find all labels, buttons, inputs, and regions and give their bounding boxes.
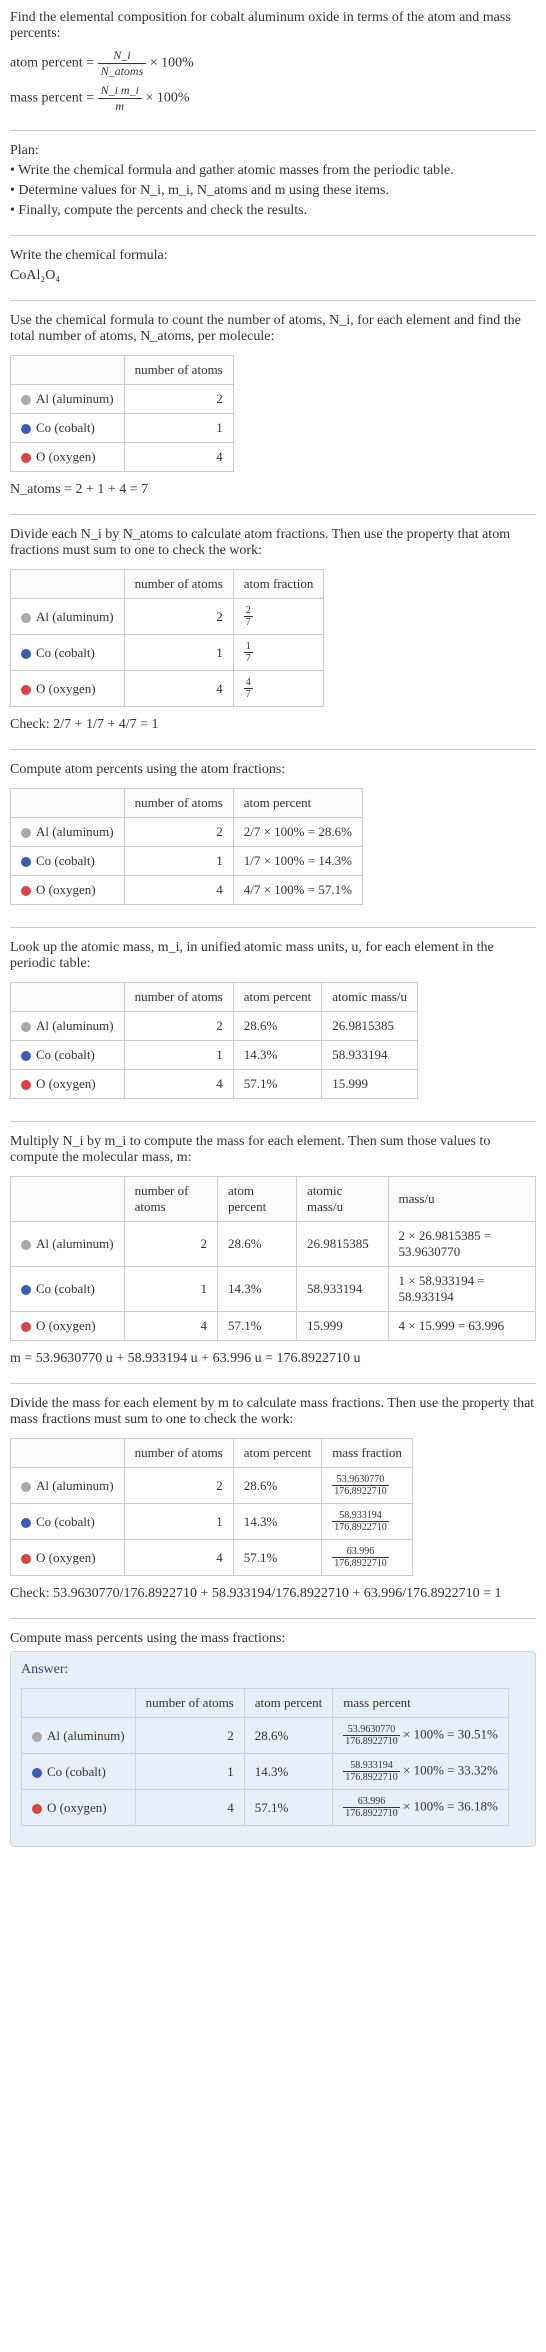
table-row: Co (cobalt) 1 14.3% 58.933194176.8922710 — [11, 1504, 413, 1540]
mass-fraction-check: Check: 53.9630770/176.8922710 + 58.93319… — [10, 1586, 536, 1602]
atomic-mass-text: Look up the atomic mass, m_i, in unified… — [10, 940, 536, 972]
atom-percent-formula: atom percent = N_i N_atoms × 100% — [10, 48, 536, 79]
write-formula-text: Write the chemical formula: — [10, 248, 536, 264]
table-header-row: number of atoms atom percent mass percen… — [22, 1689, 509, 1718]
color-swatch-icon — [21, 1080, 31, 1090]
plan-label: Plan: — [10, 143, 536, 159]
table-header-row: number of atoms atom percent mass fracti… — [11, 1439, 413, 1468]
color-swatch-icon — [21, 395, 31, 405]
section-chemical-formula: Write the chemical formula: CoAl₂O₄ — [10, 248, 536, 301]
color-swatch-icon — [21, 649, 31, 659]
color-swatch-icon — [21, 886, 31, 896]
answer-label: Answer: — [21, 1662, 525, 1678]
n-atoms-total: N_atoms = 2 + 1 + 4 = 7 — [10, 482, 536, 498]
intro-text: Find the elemental composition for cobal… — [10, 10, 536, 42]
table-row: Co (cobalt) 1 17 — [11, 635, 324, 671]
fraction: N_i N_atoms — [98, 48, 147, 79]
table-row: O (oxygen) 4 47 — [11, 671, 324, 707]
col-number-of-atoms: number of atoms — [124, 356, 233, 385]
color-swatch-icon — [21, 1240, 31, 1250]
section-mass-fractions: Divide the mass for each element by m to… — [10, 1396, 536, 1619]
color-swatch-icon — [21, 613, 31, 623]
section-atom-fractions: Divide each N_i by N_atoms to calculate … — [10, 527, 536, 750]
chemical-formula: CoAl₂O₄ — [10, 268, 536, 284]
fraction: N_i m_i m — [98, 83, 142, 114]
table-header-row: number of atoms — [11, 356, 234, 385]
m-total: m = 53.9630770 u + 58.933194 u + 63.996 … — [10, 1351, 536, 1367]
mass-percent-table: number of atoms atom percent mass percen… — [21, 1688, 509, 1826]
table-row: Al (aluminum) 2 28.6% 53.9630770176.8922… — [22, 1718, 509, 1754]
color-swatch-icon — [21, 1051, 31, 1061]
atom-percent-table: number of atoms atom percent Al (aluminu… — [10, 788, 363, 905]
color-swatch-icon — [32, 1804, 42, 1814]
table-header-row: number of atoms atom percent — [11, 789, 363, 818]
table-header-row: number of atoms atom percent atomic mass… — [11, 983, 418, 1012]
table-row: Al (aluminum) 2 28.6% 26.9815385 — [11, 1012, 418, 1041]
mass-u-table: number of atoms atom percent atomic mass… — [10, 1176, 536, 1341]
table-header-row: number of atoms atom percent atomic mass… — [11, 1177, 536, 1222]
plan-item: • Finally, compute the percents and chec… — [10, 203, 536, 219]
section-mass-percents: Compute mass percents using the mass fra… — [10, 1631, 536, 1847]
table-row: Al (aluminum) 2 27 — [11, 599, 324, 635]
table-row: O (oxygen) 4 57.1% 63.996176.8922710 — [11, 1540, 413, 1576]
table-row: Al (aluminum) 2 — [11, 385, 234, 414]
table-row: Al (aluminum) 2 28.6% 53.9630770176.8922… — [11, 1468, 413, 1504]
color-swatch-icon — [21, 453, 31, 463]
table-row: O (oxygen) 4 57.1% 15.999 4 × 15.999 = 6… — [11, 1312, 536, 1341]
table-header-row: number of atoms atom fraction — [11, 570, 324, 599]
mass-percent-suffix: × 100% — [145, 91, 189, 106]
color-swatch-icon — [21, 424, 31, 434]
count-atoms-text: Use the chemical formula to count the nu… — [10, 313, 536, 345]
color-swatch-icon — [21, 1554, 31, 1564]
table-row: O (oxygen) 4 — [11, 443, 234, 472]
atom-percent-suffix: × 100% — [150, 56, 194, 71]
section-plan: Plan: • Write the chemical formula and g… — [10, 143, 536, 236]
atom-fraction-text: Divide each N_i by N_atoms to calculate … — [10, 527, 536, 559]
color-swatch-icon — [21, 1285, 31, 1295]
mass-fraction-text: Divide the mass for each element by m to… — [10, 1396, 536, 1428]
atom-percent-text: Compute atom percents using the atom fra… — [10, 762, 536, 778]
atom-fraction-check: Check: 2/7 + 1/7 + 4/7 = 1 — [10, 717, 536, 733]
atom-percent-label: atom percent = — [10, 56, 94, 71]
color-swatch-icon — [21, 1482, 31, 1492]
table-row: Co (cobalt) 1 14.3% 58.933194 1 × 58.933… — [11, 1267, 536, 1312]
table-row: Al (aluminum) 2 2/7 × 100% = 28.6% — [11, 818, 363, 847]
section-count-atoms: Use the chemical formula to count the nu… — [10, 313, 536, 515]
table-row: O (oxygen) 4 4/7 × 100% = 57.1% — [11, 876, 363, 905]
mass-percent-formula: mass percent = N_i m_i m × 100% — [10, 83, 536, 114]
color-swatch-icon — [21, 1022, 31, 1032]
table-row: O (oxygen) 4 57.1% 15.999 — [11, 1070, 418, 1099]
table-row: Co (cobalt) 1 1/7 × 100% = 14.3% — [11, 847, 363, 876]
color-swatch-icon — [21, 1518, 31, 1528]
mass-percent-label: mass percent = — [10, 91, 94, 106]
atom-fraction-table: number of atoms atom fraction Al (alumin… — [10, 569, 324, 707]
table-row: Al (aluminum) 2 28.6% 26.9815385 2 × 26.… — [11, 1222, 536, 1267]
plan-item: • Determine values for N_i, m_i, N_atoms… — [10, 183, 536, 199]
plan-item: • Write the chemical formula and gather … — [10, 163, 536, 179]
table-row: O (oxygen) 4 57.1% 63.996176.8922710 × 1… — [22, 1790, 509, 1826]
atomic-mass-table: number of atoms atom percent atomic mass… — [10, 982, 418, 1099]
table-row: Co (cobalt) 1 — [11, 414, 234, 443]
mass-fraction-table: number of atoms atom percent mass fracti… — [10, 1438, 413, 1576]
color-swatch-icon — [21, 685, 31, 695]
color-swatch-icon — [21, 828, 31, 838]
section-mass-u: Multiply N_i by m_i to compute the mass … — [10, 1134, 536, 1384]
mass-compute-text: Multiply N_i by m_i to compute the mass … — [10, 1134, 536, 1166]
table-row: Co (cobalt) 1 14.3% 58.933194176.8922710… — [22, 1754, 509, 1790]
table-row: Co (cobalt) 1 14.3% 58.933194 — [11, 1041, 418, 1070]
answer-box: Answer: number of atoms atom percent mas… — [10, 1651, 536, 1847]
section-intro: Find the elemental composition for cobal… — [10, 10, 536, 131]
section-atom-percents: Compute atom percents using the atom fra… — [10, 762, 536, 928]
color-swatch-icon — [32, 1732, 42, 1742]
atom-count-table: number of atoms Al (aluminum) 2 Co (coba… — [10, 355, 234, 472]
mass-percent-text: Compute mass percents using the mass fra… — [10, 1631, 536, 1647]
color-swatch-icon — [21, 857, 31, 867]
color-swatch-icon — [21, 1322, 31, 1332]
color-swatch-icon — [32, 1768, 42, 1778]
section-atomic-mass: Look up the atomic mass, m_i, in unified… — [10, 940, 536, 1122]
